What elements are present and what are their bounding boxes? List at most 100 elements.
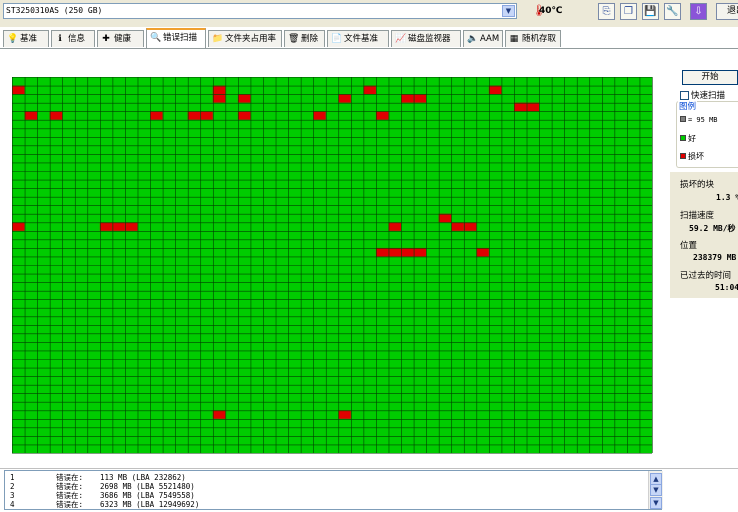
tab-2[interactable]: ✚ 健康 [97, 30, 144, 47]
bad-block [451, 222, 464, 231]
options-button[interactable]: 🔧 [664, 3, 681, 20]
monitor-icon: 📈 [395, 34, 407, 44]
bad-block [526, 102, 540, 112]
trash-icon: 🗑 [288, 34, 300, 44]
speaker-icon: 🔈 [467, 34, 479, 44]
bad-block [513, 102, 527, 112]
folder-icon: 📁 [212, 34, 224, 44]
legend-bad: 损坏 [680, 151, 704, 162]
log-entry-text: 错误在: [56, 500, 84, 509]
log-entry-text: 错误在: [56, 482, 84, 491]
tab-3[interactable]: 🔍 错误扫描 [146, 28, 206, 48]
block-swatch-icon [680, 116, 686, 122]
log-entry: 2 错误在: 2698 MB (LBA 5521480) [10, 482, 195, 491]
legend-title: 图例 [678, 100, 698, 112]
top-toolbar: ST3250310AS (250 GB) ▼ 🌡 40℃ ⎘ ❐ 💾 🔧 ⇩ 退… [0, 0, 738, 27]
tab-label: 信息 [68, 34, 86, 44]
log-entry-text: 错误在: [56, 473, 84, 482]
bad-block [476, 247, 489, 257]
bad-block [413, 94, 427, 103]
bad-block [212, 85, 226, 95]
error-log-scrollbar[interactable]: ▲ ▼ ▼ [648, 471, 663, 509]
scan-stats: 损坏的块 1.3 % 扫描速度 59.2 MB/秒 位置 238379 MB 已… [670, 172, 738, 298]
bad-block [12, 85, 25, 95]
bad-block [237, 111, 251, 120]
scan-grid-background [12, 77, 652, 453]
bad-block [12, 222, 25, 231]
scroll-down-icon[interactable]: ▼ [650, 497, 662, 509]
legend-block-size: = 95 MB [680, 115, 718, 124]
elapsed-time-label: 已过去的时间 [680, 271, 732, 281]
bad-block [338, 410, 351, 419]
scroll-down-icon[interactable]: ▼ [650, 484, 662, 496]
copy-text-button[interactable]: ⎘ [598, 3, 615, 20]
tab-label: 删除 [301, 34, 319, 44]
legend-good-text: 好 [688, 134, 696, 143]
log-entry-text: 错误在: [56, 491, 84, 500]
bad-block [401, 94, 414, 103]
tab-bar: 💡 基准 ℹ 信息 ✚ 健康 🔍 错误扫描 📁 文件夹占用率 🗑 删除 📄 文件基准 📈 磁盘监视器 🔈 AAM ▦… [0, 28, 738, 49]
exit-button-label: 退出 [727, 6, 738, 16]
log-entry-num: 1 [10, 473, 15, 482]
log-entry-detail: 6323 MB (LBA 12949692) [100, 500, 200, 509]
tab-4[interactable]: 📁 文件夹占用率 [208, 30, 282, 47]
temperature-readout: 40℃ [539, 6, 563, 16]
error-log[interactable]: 1 错误在: 113 MB (LBA 232862) 2 错误在: 2698 MB (LB… [4, 470, 662, 510]
tab-9[interactable]: ▦ 随机存取 [505, 30, 561, 47]
bad-block [388, 247, 402, 257]
log-entry: 4 错误在: 6323 MB (LBA 12949692) [10, 500, 199, 509]
bad-block [388, 222, 402, 231]
elapsed-time-value: 51:04 [715, 283, 738, 292]
tab-7[interactable]: 📈 磁盘监视器 [391, 30, 461, 47]
tab-label: 文件基准 [344, 34, 379, 44]
bad-block [488, 85, 502, 95]
tab-label: 随机存取 [522, 34, 557, 44]
bad-block [463, 222, 477, 231]
tab-label: 文件夹占用率 [225, 34, 277, 44]
copy-screenshot-button[interactable]: ❐ [620, 3, 637, 20]
bad-block [438, 213, 452, 223]
tab-label: 基准 [20, 34, 38, 44]
log-entry-num: 2 [10, 482, 15, 491]
bad-block [237, 94, 251, 103]
info-icon: ℹ [58, 34, 62, 44]
log-entry: 1 错误在: 113 MB (LBA 232862) [10, 473, 186, 482]
start-button[interactable]: 开始 [682, 70, 738, 85]
legend: 图例 = 95 MB 好 损坏 [676, 100, 738, 168]
position-label: 位置 [680, 241, 698, 251]
save-button[interactable]: 💾 [642, 3, 659, 20]
tab-label: 错误扫描 [163, 33, 198, 43]
scan-grid-canvas [12, 77, 653, 454]
download-button[interactable]: ⇩ [690, 3, 707, 20]
bad-block [187, 111, 201, 120]
bad-block [99, 222, 113, 231]
copy-text-icon: ⎘ [602, 6, 611, 17]
options-icon: 🔧 [666, 6, 679, 17]
drive-select[interactable]: ST3250310AS (250 GB) ▼ [3, 3, 517, 19]
log-entry: 3 错误在: 3686 MB (LBA 7549558) [10, 491, 195, 500]
drive-select-label: ST3250310AS (250 GB) [6, 6, 103, 15]
save-icon: 💾 [644, 6, 657, 17]
bad-block [338, 94, 351, 103]
bad-block [150, 111, 163, 120]
tab-0[interactable]: 💡 基准 [3, 30, 49, 47]
bad-block [49, 111, 63, 120]
exit-button[interactable]: 退出 [716, 3, 738, 20]
bad-block [200, 111, 213, 120]
bad-block [375, 111, 389, 120]
bad-block [124, 222, 138, 231]
chevron-down-icon[interactable]: ▼ [502, 5, 515, 17]
tab-1[interactable]: ℹ 信息 [51, 30, 95, 47]
start-button-label: 开始 [701, 72, 719, 82]
good-swatch-icon [680, 135, 686, 141]
bad-block [401, 247, 414, 257]
scan-speed-value: 59.2 MB/秒 [689, 224, 736, 233]
file-benchmark-icon: 📄 [331, 34, 343, 44]
tab-5[interactable]: 🗑 删除 [284, 30, 325, 47]
scan-grid [12, 77, 653, 454]
tab-6[interactable]: 📄 文件基准 [327, 30, 389, 47]
scan-speed-label: 扫描速度 [680, 211, 715, 221]
tab-8[interactable]: 🔈 AAM [463, 30, 503, 47]
checkbox-icon[interactable] [680, 91, 689, 100]
tab-label: 磁盘监视器 [408, 34, 451, 44]
